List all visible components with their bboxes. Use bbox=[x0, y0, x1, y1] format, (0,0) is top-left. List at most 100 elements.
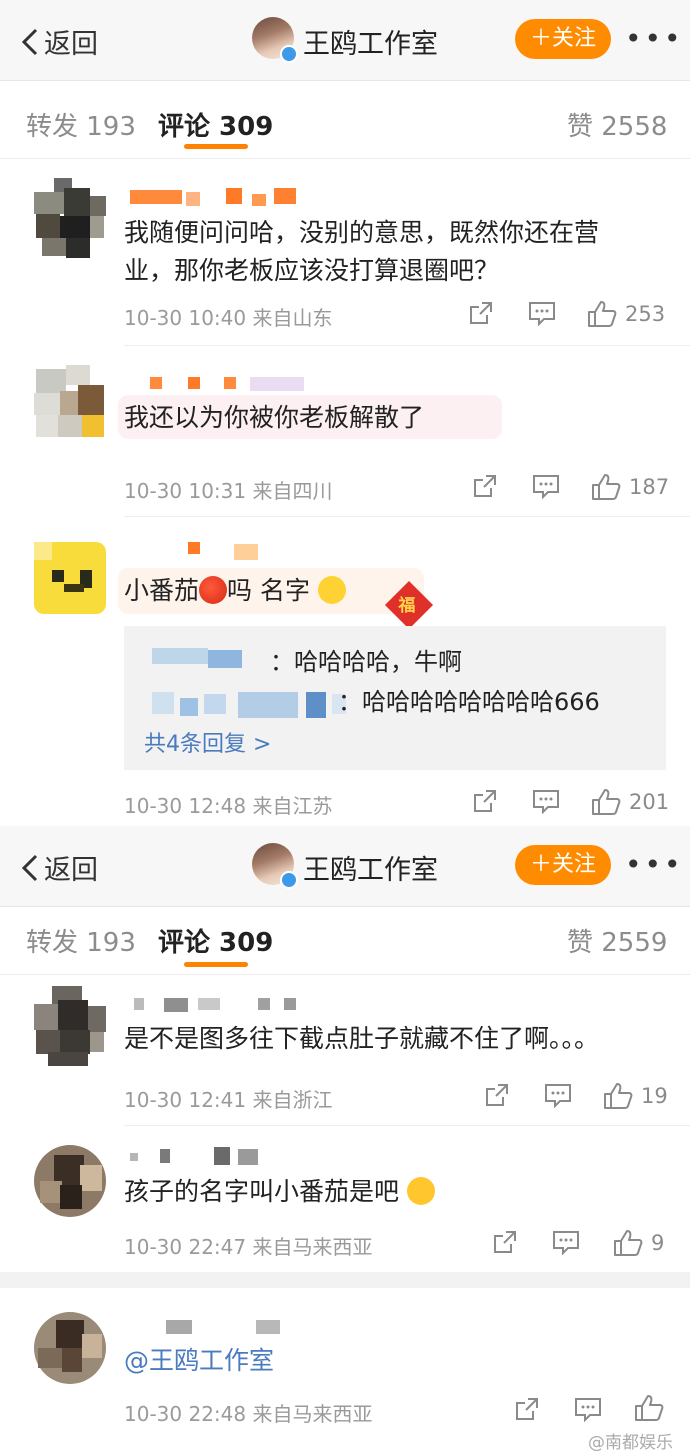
chevron-left-icon bbox=[21, 28, 38, 55]
back-button[interactable]: 返回 bbox=[20, 22, 98, 61]
page-title: 王鸥工作室 bbox=[303, 855, 438, 886]
comment-icon bbox=[533, 790, 559, 814]
comment-item: 我随便问问哈，没别的意思，既然你还在营业，那你老板应该没打算退圈吧？ 10-30… bbox=[0, 160, 690, 346]
comment-time: 10-30 12:41 bbox=[124, 1088, 247, 1112]
comment-meta: 10-30 22:48 来自马来西亚 bbox=[124, 1398, 372, 1427]
tomato-emoji bbox=[199, 576, 228, 604]
comment-time: 10-30 22:47 bbox=[124, 1235, 247, 1259]
like-button[interactable] bbox=[634, 1394, 664, 1422]
username-blurred bbox=[150, 375, 310, 395]
share-button[interactable] bbox=[484, 1082, 510, 1108]
comment-meta: 10-30 22:47 来自马来西亚 bbox=[124, 1231, 372, 1260]
thumbs-up-icon bbox=[592, 474, 621, 500]
like-count: 9 bbox=[651, 1231, 665, 1255]
avatar[interactable] bbox=[34, 986, 106, 1066]
comment-meta: 10-30 10:31 来自四川 bbox=[124, 475, 332, 504]
comment-icon bbox=[529, 302, 555, 326]
comment-source: 来自浙江 bbox=[252, 1088, 333, 1112]
page-title: 王鸥工作室 bbox=[303, 29, 438, 60]
comment-text: 孩子的名字叫小番茄是吧 bbox=[124, 1173, 435, 1211]
comment-button[interactable] bbox=[552, 1229, 580, 1255]
share-icon bbox=[474, 475, 496, 497]
comment-button[interactable] bbox=[574, 1396, 602, 1422]
share-button[interactable] bbox=[492, 1229, 518, 1255]
back-button[interactable]: 返回 bbox=[20, 848, 98, 887]
share-button[interactable] bbox=[472, 788, 498, 814]
comment-icon bbox=[545, 1084, 571, 1108]
reply-user-blurred bbox=[152, 644, 242, 672]
share-button[interactable] bbox=[468, 300, 494, 326]
share-button[interactable] bbox=[472, 473, 498, 499]
more-icon[interactable]: ••• bbox=[625, 22, 684, 55]
comment-item: 小番茄吗 名字 福 ：哈哈哈哈，牛啊 ：哈哈哈哈哈哈哈哈666 共4条回复 > … bbox=[0, 518, 690, 826]
comment-source: 来自马来西亚 bbox=[252, 1235, 373, 1259]
divider bbox=[124, 516, 690, 517]
comment-time: 10-30 22:48 bbox=[124, 1402, 247, 1426]
tab-bar: 转发 193 评论 309 赞 2559 bbox=[0, 898, 690, 975]
nav-bar: 返回 王鸥工作室 ＋关注 ••• bbox=[0, 826, 690, 907]
comment-button[interactable] bbox=[532, 788, 560, 814]
thumbs-up-icon bbox=[614, 1230, 643, 1256]
comment-button[interactable] bbox=[544, 1082, 572, 1108]
like-button[interactable]: 253 bbox=[587, 300, 665, 328]
avatar[interactable] bbox=[34, 542, 106, 614]
comment-text-part: 吗 名字 bbox=[227, 576, 310, 605]
avatar[interactable] bbox=[34, 1145, 106, 1217]
tab-repost[interactable]: 转发 193 bbox=[26, 922, 136, 959]
back-label: 返回 bbox=[44, 29, 98, 60]
like-count: 187 bbox=[629, 475, 670, 499]
verified-icon bbox=[280, 871, 298, 889]
tab-comments[interactable]: 评论 309 bbox=[158, 922, 273, 959]
plus-icon: ＋ bbox=[529, 26, 552, 51]
watermark: @南都娱乐 bbox=[588, 1433, 673, 1453]
like-button[interactable]: 201 bbox=[591, 788, 669, 816]
like-count: 19 bbox=[641, 1084, 668, 1108]
follow-button[interactable]: ＋关注 bbox=[515, 19, 611, 59]
follow-label: 关注 bbox=[552, 852, 597, 877]
follow-label: 关注 bbox=[552, 26, 597, 51]
username-blurred bbox=[126, 184, 296, 210]
avatar[interactable] bbox=[34, 365, 106, 439]
comment-meta: 10-30 10:40 来自山东 bbox=[124, 302, 332, 331]
comment-text: 我还以为你被你老板解散了 bbox=[124, 403, 425, 432]
comment-meta: 10-30 12:41 来自浙江 bbox=[124, 1084, 332, 1113]
reply-line: ：哈哈哈哈，牛啊 bbox=[270, 648, 462, 676]
like-button[interactable]: 9 bbox=[613, 1229, 664, 1257]
comment-button[interactable] bbox=[532, 473, 560, 499]
share-button[interactable] bbox=[514, 1396, 540, 1422]
like-button[interactable]: 19 bbox=[603, 1082, 668, 1110]
comment-button[interactable] bbox=[528, 300, 556, 326]
divider bbox=[124, 1125, 690, 1126]
username-blurred bbox=[130, 1145, 270, 1165]
comment-text: 小番茄吗 名字 bbox=[124, 572, 346, 610]
more-icon[interactable]: ••• bbox=[625, 848, 684, 881]
like-count: 201 bbox=[629, 790, 670, 814]
tab-likes[interactable]: 赞 2558 bbox=[567, 106, 667, 143]
comment-time: 10-30 12:48 bbox=[124, 794, 247, 818]
comment-source: 来自江苏 bbox=[252, 794, 333, 818]
avatar[interactable] bbox=[34, 1312, 106, 1384]
tab-likes[interactable]: 赞 2559 bbox=[567, 922, 667, 959]
comment-text: 是不是图多往下截点肚子就藏不住了啊。。。 bbox=[124, 1024, 600, 1053]
username-blurred bbox=[134, 994, 304, 1014]
tab-comments[interactable]: 评论 309 bbox=[158, 106, 273, 143]
view-replies-link[interactable]: 共4条回复 > bbox=[144, 726, 271, 758]
reply-box[interactable]: ：哈哈哈哈，牛啊 ：哈哈哈哈哈哈哈哈666 共4条回复 > bbox=[124, 626, 666, 770]
follow-button[interactable]: ＋关注 bbox=[515, 845, 611, 885]
comment-source: 来自山东 bbox=[252, 306, 333, 330]
top-screen: 返回 王鸥工作室 ＋关注 ••• 转发 193 评论 309 赞 2558 我随… bbox=[0, 0, 690, 826]
smile-emoji bbox=[317, 576, 346, 604]
like-button[interactable]: 187 bbox=[591, 473, 669, 501]
divider bbox=[124, 345, 690, 346]
comment-item: @王鸥工作室 10-30 22:48 来自马来西亚 @南都娱乐 bbox=[0, 1288, 690, 1456]
tab-repost[interactable]: 转发 193 bbox=[26, 106, 136, 143]
share-icon bbox=[474, 790, 496, 812]
reply-user-blurred bbox=[152, 688, 348, 722]
comment-meta: 10-30 12:48 来自江苏 bbox=[124, 790, 332, 819]
comment-time: 10-30 10:31 bbox=[124, 479, 247, 503]
bottom-screen: 返回 王鸥工作室 ＋关注 ••• 转发 193 评论 309 赞 2559 是不… bbox=[0, 826, 690, 1456]
thumbs-up-icon bbox=[635, 1395, 664, 1421]
avatar[interactable] bbox=[34, 178, 106, 258]
comment-text-part: 孩子的名字叫小番茄是吧 bbox=[124, 1177, 400, 1206]
thumbs-up-icon bbox=[604, 1083, 633, 1109]
